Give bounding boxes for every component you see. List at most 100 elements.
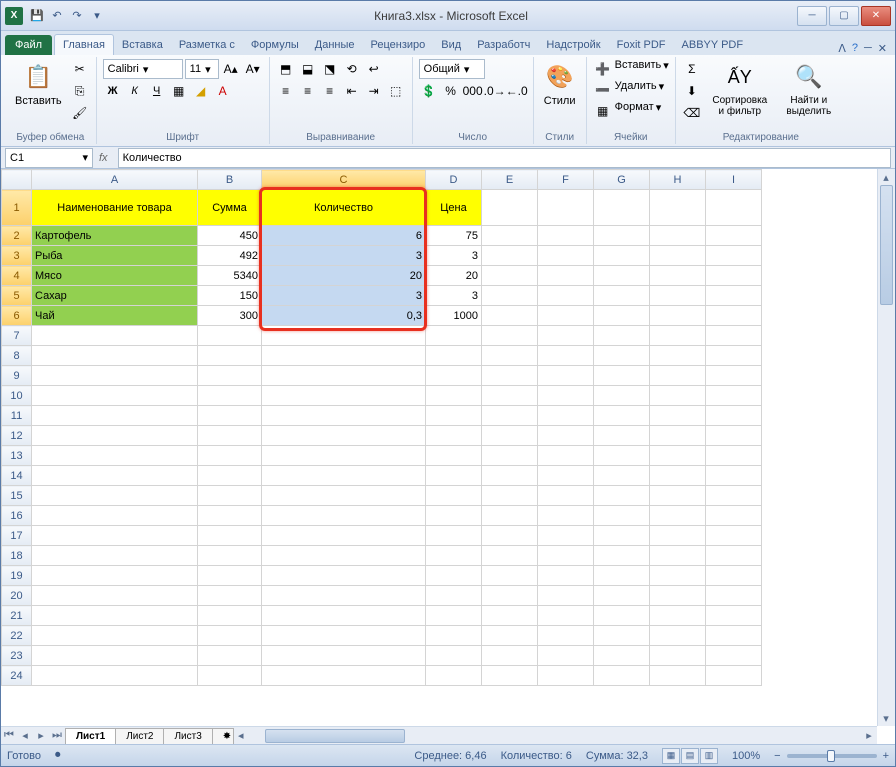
cell[interactable] [594, 606, 650, 626]
row-header[interactable]: 12 [2, 426, 32, 446]
cell[interactable] [426, 386, 482, 406]
cell[interactable] [482, 546, 538, 566]
cell[interactable] [650, 286, 706, 306]
cell[interactable] [482, 326, 538, 346]
cells-insert-button[interactable]: ➕Вставить ▾ [593, 59, 669, 79]
cell[interactable] [706, 466, 762, 486]
italic-button[interactable]: К [125, 81, 145, 101]
cell[interactable] [426, 366, 482, 386]
cell[interactable] [198, 526, 262, 546]
cell[interactable]: Количество [262, 190, 426, 226]
align-middle-icon[interactable]: ⬓ [298, 59, 318, 79]
minimize-button[interactable]: ─ [797, 6, 827, 26]
cell[interactable] [198, 406, 262, 426]
cell[interactable] [650, 266, 706, 286]
zoom-slider[interactable]: − + [774, 750, 889, 762]
align-right-icon[interactable]: ≡ [320, 81, 340, 101]
row-header[interactable]: 18 [2, 546, 32, 566]
tab-review[interactable]: Рецензиро [363, 35, 434, 55]
paste-button[interactable]: 📋 Вставить [11, 59, 66, 109]
cell[interactable]: 20 [426, 266, 482, 286]
cell[interactable] [538, 446, 594, 466]
cell[interactable] [650, 426, 706, 446]
cell[interactable] [594, 506, 650, 526]
cell[interactable] [538, 190, 594, 226]
cell[interactable] [482, 406, 538, 426]
cell[interactable] [198, 426, 262, 446]
cell[interactable] [650, 546, 706, 566]
cell[interactable] [262, 606, 426, 626]
cell[interactable] [426, 326, 482, 346]
cell[interactable] [650, 326, 706, 346]
cell[interactable] [32, 606, 198, 626]
cell[interactable] [538, 506, 594, 526]
fill-icon[interactable]: ⬇ [682, 81, 702, 101]
cell[interactable] [32, 586, 198, 606]
tab-file[interactable]: Файл [5, 35, 52, 55]
cell[interactable] [594, 266, 650, 286]
sheet-nav-first-icon[interactable]: ⏮ [1, 729, 17, 742]
col-header-C[interactable]: C [262, 170, 426, 190]
cell[interactable] [650, 566, 706, 586]
row-header[interactable]: 14 [2, 466, 32, 486]
cell[interactable] [262, 626, 426, 646]
cell[interactable] [426, 446, 482, 466]
cell[interactable]: Чай [32, 306, 198, 326]
maximize-button[interactable]: ▢ [829, 6, 859, 26]
cell[interactable] [706, 586, 762, 606]
dec-decimal-icon[interactable]: ←.0 [507, 81, 527, 101]
inc-decimal-icon[interactable]: .0→ [485, 81, 505, 101]
cell[interactable] [482, 446, 538, 466]
scroll-up-icon[interactable]: ▴ [878, 169, 894, 185]
cell[interactable] [538, 566, 594, 586]
cell[interactable]: 75 [426, 226, 482, 246]
cell[interactable]: 20 [262, 266, 426, 286]
merge-icon[interactable]: ⬚ [386, 81, 406, 101]
cell[interactable] [198, 506, 262, 526]
underline-button[interactable]: Ч [147, 81, 167, 101]
cell[interactable] [426, 646, 482, 666]
cell[interactable] [538, 586, 594, 606]
row-header[interactable]: 20 [2, 586, 32, 606]
cell[interactable]: 450 [198, 226, 262, 246]
cell[interactable] [426, 406, 482, 426]
zoom-track[interactable] [787, 754, 877, 758]
cell[interactable] [594, 190, 650, 226]
row-header[interactable]: 15 [2, 486, 32, 506]
cell[interactable] [650, 526, 706, 546]
cell[interactable] [198, 446, 262, 466]
cell[interactable] [262, 586, 426, 606]
bold-button[interactable]: Ж [103, 81, 123, 101]
cell[interactable]: Сумма [198, 190, 262, 226]
cell[interactable] [32, 406, 198, 426]
cell[interactable] [262, 426, 426, 446]
row-header[interactable]: 7 [2, 326, 32, 346]
cell[interactable] [482, 286, 538, 306]
cell[interactable] [32, 486, 198, 506]
cell[interactable] [482, 466, 538, 486]
cell[interactable] [706, 566, 762, 586]
cell[interactable]: 492 [198, 246, 262, 266]
row-header[interactable]: 24 [2, 666, 32, 686]
cut-icon[interactable]: ✂ [70, 59, 90, 79]
cell[interactable] [32, 506, 198, 526]
cell[interactable] [426, 666, 482, 686]
cell[interactable] [594, 586, 650, 606]
cell[interactable] [706, 506, 762, 526]
close-button[interactable]: ✕ [861, 6, 891, 26]
cell[interactable] [594, 546, 650, 566]
cell[interactable] [426, 506, 482, 526]
cell[interactable] [262, 366, 426, 386]
cell[interactable]: Рыба [32, 246, 198, 266]
row-header[interactable]: 21 [2, 606, 32, 626]
comma-icon[interactable]: 000 [463, 81, 483, 101]
cell[interactable] [594, 426, 650, 446]
row-header[interactable]: 13 [2, 446, 32, 466]
cell[interactable] [594, 226, 650, 246]
cell[interactable] [426, 626, 482, 646]
cell[interactable] [706, 286, 762, 306]
cell[interactable] [706, 646, 762, 666]
cell[interactable] [262, 546, 426, 566]
minimize-ribbon-icon[interactable]: ᐱ [838, 42, 846, 55]
cell[interactable] [482, 386, 538, 406]
